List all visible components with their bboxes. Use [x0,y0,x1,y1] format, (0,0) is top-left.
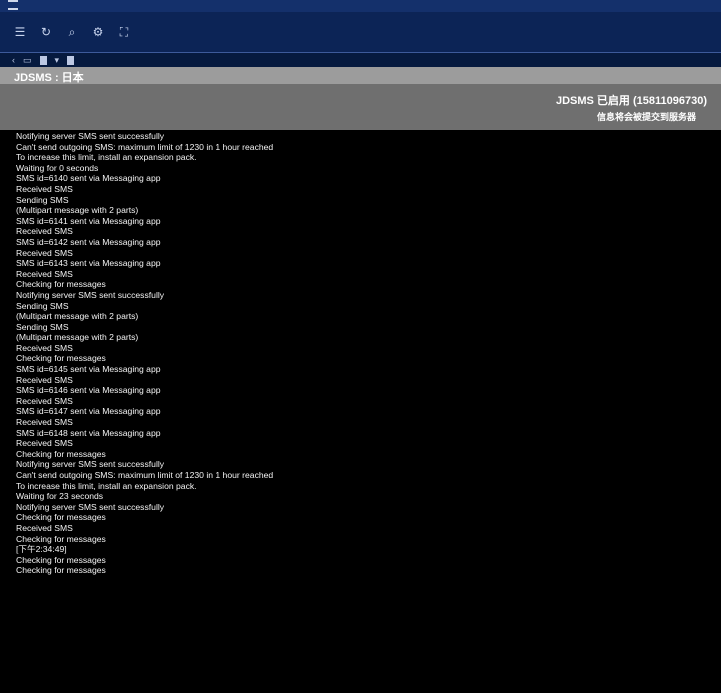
log-line: Checking for messages [16,533,106,544]
dropdown-icon[interactable]: ▾ [55,55,60,65]
log-line: SMS id=6148 sent via Messaging app [16,427,161,438]
log-line: Checking for messages [16,512,106,523]
log-line: Checking for messages [16,279,106,290]
window-titlebar [0,0,721,12]
settings-icon[interactable]: ⚙ [92,26,104,38]
log-line: Received SMS [16,438,73,449]
log-line: Received SMS [16,342,73,353]
tab-bar: JDSMS : 日本 [0,67,721,85]
log-line: Received SMS [16,247,73,258]
log-line: Waiting for 0 seconds [16,162,99,173]
hamburger-icon[interactable] [8,0,18,10]
log-line: Sending SMS [16,300,69,311]
toolbar: ☰ ↻ ⌕ ⚙ ⛶ [0,12,721,53]
log-line: [下午2:34:49] [16,544,67,555]
log-line: Received SMS [16,268,73,279]
log-line: Sending SMS [16,321,69,332]
log-line: Received SMS [16,183,73,194]
log-line: Waiting for 23 seconds [16,491,104,502]
secondary-toolbar: ‹ ▭ ▾ [0,53,721,67]
log-line: SMS id=6142 sent via Messaging app [16,236,161,247]
zoom-icon[interactable]: ⌕ [66,26,78,38]
log-line: SMS id=6145 sent via Messaging app [16,364,161,375]
log-line: Checking for messages [16,353,106,364]
tab-jdsms[interactable]: JDSMS : 日本 [14,69,84,85]
log-line: Sending SMS [16,194,69,205]
log-line: Checking for messages [16,448,106,459]
back-icon[interactable]: ‹ [12,55,15,65]
log-line: Received SMS [16,226,73,237]
fullscreen-icon[interactable]: ⛶ [118,26,130,38]
log-line: Notifying server SMS sent successfully [16,289,165,300]
log-line: SMS id=6140 sent via Messaging app [16,173,161,184]
log-line: Notifying server SMS sent successfully [16,459,165,470]
log-line: Received SMS [16,522,73,533]
status-panel: JDSMS 已启用 (15811096730) 信息将会被提交到服务器 [0,84,721,130]
log-line: Received SMS [16,417,73,428]
status-title: JDSMS 已启用 (15811096730) [555,95,707,107]
log-line: Checking for messages [16,565,106,576]
log-line: SMS id=6143 sent via Messaging app [16,258,161,269]
log-line: To increase this limit, install an expan… [16,480,197,491]
log-line: Notifying server SMS sent successfully [16,131,165,141]
monitor-icon[interactable]: ▭ [23,55,32,65]
log-line: Can't send outgoing SMS: maximum limit o… [16,141,274,152]
log-line: (Multipart message with 2 parts) [16,332,139,343]
log-output[interactable]: Notifying server SMS sent successfully Ca… [16,131,706,691]
log-line: SMS id=6146 sent via Messaging app [16,385,161,396]
document-icon[interactable] [39,55,47,65]
log-line: (Multipart message with 2 parts) [16,311,139,322]
log-line: (Multipart message with 2 parts) [16,205,139,216]
log-line: Received SMS [16,395,73,406]
log-line: SMS id=6141 sent via Messaging app [16,215,161,226]
log-line: SMS id=6147 sent via Messaging app [16,406,161,417]
log-line: Received SMS [16,374,73,385]
log-line: Checking for messages [16,554,106,565]
log-line: To increase this limit, install an expan… [16,152,197,163]
log-line: Notifying server SMS sent successfully [16,501,165,512]
stop-icon[interactable] [67,55,75,65]
status-subtitle: 信息将会被提交到服务器 [596,112,696,122]
list-icon[interactable]: ☰ [14,26,26,38]
refresh-icon[interactable]: ↻ [40,26,52,38]
log-line: Can't send outgoing SMS: maximum limit o… [16,470,274,480]
